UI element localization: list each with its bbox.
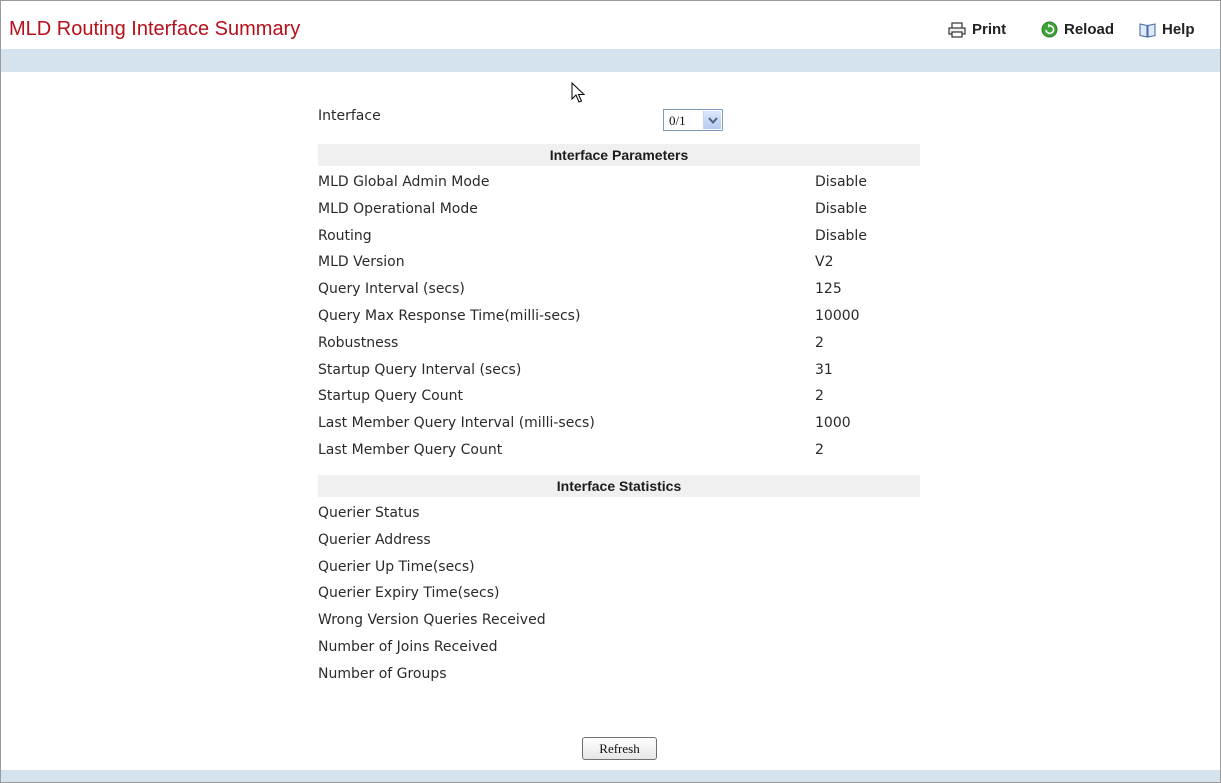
- header-divider-band: [1, 49, 1220, 72]
- parameter-value: 10000: [815, 308, 860, 324]
- help-button[interactable]: Help: [1139, 21, 1195, 38]
- parameter-label: MLD Version: [318, 254, 405, 271]
- parameter-value: Disable: [815, 174, 867, 190]
- printer-icon: [948, 21, 966, 38]
- parameter-value: 2: [815, 442, 824, 458]
- statistic-label: Querier Status: [318, 505, 420, 521]
- parameter-value: Disable: [815, 200, 867, 217]
- reload-icon: [1041, 21, 1058, 38]
- page-header: MLD Routing Interface Summary Print Relo…: [1, 1, 1220, 47]
- statistic-label: Querier Address: [318, 531, 431, 548]
- help-label: Help: [1162, 21, 1195, 38]
- interface-label: Interface: [318, 108, 381, 124]
- parameter-value: 2: [815, 388, 824, 405]
- parameter-label: MLD Operational Mode: [318, 200, 478, 217]
- parameter-label: Query Max Response Time(milli-secs): [318, 308, 581, 324]
- statistic-label: Number of Groups: [318, 665, 447, 682]
- interface-select[interactable]: 0/1: [663, 109, 723, 131]
- page-frame: MLD Routing Interface Summary Print Relo…: [0, 0, 1221, 783]
- chevron-down-icon[interactable]: [703, 111, 721, 129]
- reload-button[interactable]: Reload: [1041, 21, 1114, 38]
- interface-statistics-header: Interface Statistics: [318, 475, 920, 497]
- parameter-label: Last Member Query Interval (milli-secs): [318, 415, 595, 432]
- parameter-value: 125: [815, 281, 842, 298]
- interface-select-value: 0/1: [669, 113, 686, 128]
- parameter-label: Query Interval (secs): [318, 281, 465, 298]
- footer-band: [1, 770, 1220, 782]
- print-label: Print: [972, 21, 1007, 38]
- parameter-value: Disable: [815, 227, 867, 244]
- parameter-value: V2: [815, 254, 834, 271]
- parameter-label: Startup Query Interval (secs): [318, 361, 522, 378]
- parameter-label: MLD Global Admin Mode: [318, 174, 490, 190]
- statistic-label: Number of Joins Received: [318, 639, 498, 655]
- parameter-label: Robustness: [318, 334, 399, 351]
- parameter-label: Routing: [318, 227, 372, 244]
- interface-parameters-header: Interface Parameters: [318, 144, 920, 166]
- help-book-icon: [1139, 22, 1156, 38]
- reload-label: Reload: [1064, 21, 1115, 38]
- refresh-button[interactable]: Refresh: [582, 737, 657, 760]
- parameter-label: Last Member Query Count: [318, 442, 503, 458]
- statistic-label: Querier Expiry Time(secs): [318, 585, 500, 602]
- mouse-cursor-icon: [571, 82, 585, 103]
- page-title: MLD Routing Interface Summary: [9, 18, 301, 40]
- statistic-label: Wrong Version Queries Received: [318, 612, 546, 629]
- parameter-value: 31: [815, 361, 833, 378]
- parameter-value: 2: [815, 334, 824, 351]
- parameter-value: 1000: [815, 415, 851, 432]
- statistic-label: Querier Up Time(secs): [318, 558, 475, 575]
- print-button[interactable]: Print: [948, 21, 1006, 38]
- parameter-label: Startup Query Count: [318, 388, 463, 405]
